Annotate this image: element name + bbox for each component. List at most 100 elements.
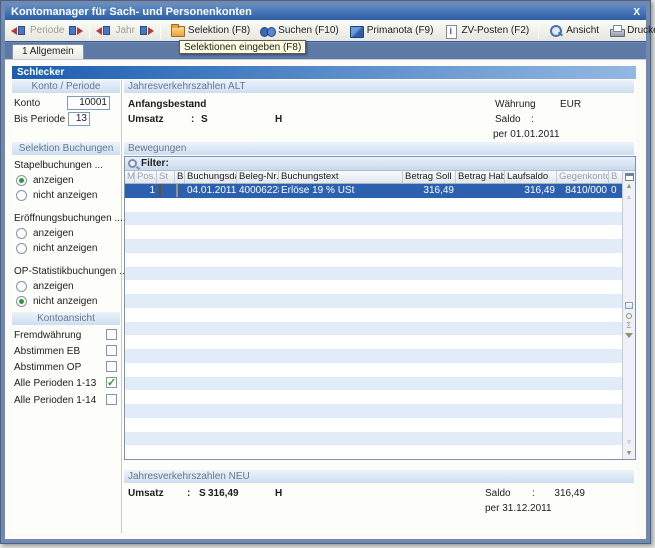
table-row-empty[interactable] [125,253,622,267]
radio-stapel-nicht-anzeigen[interactable] [16,190,27,201]
selektion-button[interactable]: Selektion (F8) [165,22,255,39]
checkbox-fremdwaehrung[interactable] [106,329,117,340]
filter-magnifier-icon [128,159,137,168]
table-row-empty[interactable] [125,363,622,377]
col-beleg-nr[interactable]: Beleg-Nr. [237,171,279,183]
table-row-empty[interactable] [125,212,622,226]
table-row-empty[interactable] [125,280,622,294]
radio-op-anzeigen[interactable] [16,281,27,292]
colon: : [531,99,534,110]
saldo-alt-label: Saldo [495,114,521,125]
cell-laufsaldo: 316,49 [505,184,557,198]
toolbar-separator [89,23,90,39]
bewegungen-table: Filter: M Pos.# St B Buchungsdatum Beleg… [124,156,636,460]
jahr-next-button[interactable] [137,25,156,36]
table-row-empty[interactable] [125,404,622,418]
tab-strip: 1 Allgemein [5,43,646,59]
section-kontoansicht: Kontoansicht [12,312,120,325]
col-pos[interactable]: Pos.# [135,171,157,183]
drucken-button[interactable]: Drucken [604,22,655,39]
table-nav-strip: ▲ ▵ Σ ▿ ▼ [622,171,635,459]
scroll-down-icon[interactable]: ▿ [627,437,631,448]
scroll-up-icon[interactable]: ▵ [627,192,631,203]
table-row-empty[interactable] [125,225,622,239]
col-laufsaldo[interactable]: Laufsaldo [505,171,557,183]
cell-b [175,184,185,198]
cell-beleg: 40006228 [237,184,279,198]
close-button[interactable]: X [633,5,640,20]
col-betrag-soll[interactable]: Betrag Soll [403,171,456,183]
radio-label: nicht anzeigen [33,243,98,254]
table-row-empty[interactable] [125,335,622,349]
table-row-empty[interactable] [125,390,622,404]
grid-view-icon[interactable] [625,302,633,309]
col-b2[interactable]: B [609,171,620,183]
tooltip: Selektionen eingeben (F8) [179,40,306,54]
table-row-empty[interactable] [125,349,622,363]
per-neu-label: per 31.12.2011 [485,503,552,514]
radio-stapel-anzeigen[interactable] [16,175,27,186]
suchen-button[interactable]: Suchen (F10) [255,22,344,39]
col-m[interactable]: M [125,171,135,183]
bis-periode-input[interactable]: 13 [68,112,90,126]
zoom-row-icon[interactable] [626,313,632,319]
toolbar: Periode Jahr Selektion (F8) Suchen (F10)… [5,20,646,42]
primanota-button[interactable]: Primanota (F9) [344,22,439,39]
umsatz-neu-label: Umsatz [128,488,164,499]
col-b[interactable]: B [175,171,185,183]
stamp-hand-icon [159,184,161,197]
col-gegenkonto[interactable]: Gegenkonto [557,171,609,183]
table-row-selected[interactable]: 1 04.01.2011 /Di 40006228 Erlöse 19 % US… [125,184,622,198]
arrow-left-icon [11,27,17,35]
abstimmen-op-label: Abstimmen OP [14,362,81,373]
konto-input[interactable]: 10001 [67,96,110,110]
checkbox-alle-perioden-14[interactable] [106,394,117,405]
tab-allgemein[interactable]: 1 Allgemein [12,44,84,59]
col-buchungstext[interactable]: Buchungstext [279,171,403,183]
filter-bar[interactable]: Filter: [125,157,635,171]
checkbox-abstimmen-op[interactable] [106,361,117,372]
table-row-empty[interactable] [125,322,622,336]
section-jahresverkehrszahlen-neu: Jahresverkehrszahlen NEU [124,470,634,483]
periode-next-button[interactable] [66,25,85,36]
ansicht-button[interactable]: Ansicht [543,22,604,39]
section-konto-periode: Konto / Periode [12,80,120,93]
konto-label: Konto [14,98,40,109]
table-row-empty[interactable] [125,377,622,391]
col-betrag-haben[interactable]: Betrag Haben [456,171,505,183]
col-st[interactable]: St [157,171,175,183]
sum-icon[interactable]: Σ [627,321,632,331]
table-row-empty[interactable] [125,432,622,446]
jahr-prev-button[interactable] [94,25,113,36]
checkbox-alle-perioden-13[interactable] [106,377,117,388]
soll-indicator: S [201,114,208,125]
radio-eroeffnung-nicht-anzeigen[interactable] [16,243,27,254]
title-bar: Kontomanager für Sach- und Personenkonte… [5,5,646,20]
table-row-empty[interactable] [125,198,622,212]
zv-posten-button[interactable]: ZV-Posten (F2) [438,22,534,39]
checkbox-abstimmen-eb[interactable] [106,345,117,356]
col-buchungsdatum[interactable]: Buchungsdatum [185,171,237,183]
table-row-empty[interactable] [125,294,622,308]
haben-indicator: H [275,488,282,499]
table-row-empty[interactable] [125,239,622,253]
filter-label: Filter: [141,158,169,169]
table-row-empty[interactable] [125,418,622,432]
scroll-bottom-icon[interactable]: ▼ [626,448,633,459]
periode-prev-button[interactable] [9,25,28,36]
cell-m [125,184,135,198]
radio-op-nicht-anzeigen[interactable] [16,296,27,307]
alle-perioden-14-label: Alle Perioden 1-14 [14,395,96,406]
fremdwaehrung-label: Fremdwährung [14,330,81,341]
radio-eroeffnung-anzeigen[interactable] [16,228,27,239]
filter-funnel-icon[interactable] [625,333,633,338]
table-row-empty[interactable] [125,445,622,459]
column-chooser-icon[interactable] [625,173,634,181]
table-row-empty[interactable] [125,308,622,322]
left-panel: Konto / Periode Konto 10001 Bis Periode … [12,80,122,533]
scroll-top-icon[interactable]: ▲ [626,181,633,192]
table-row-empty[interactable] [125,267,622,281]
colon: : [531,114,534,125]
jahr-label: Jahr [113,25,136,36]
haben-indicator: H [275,114,282,125]
